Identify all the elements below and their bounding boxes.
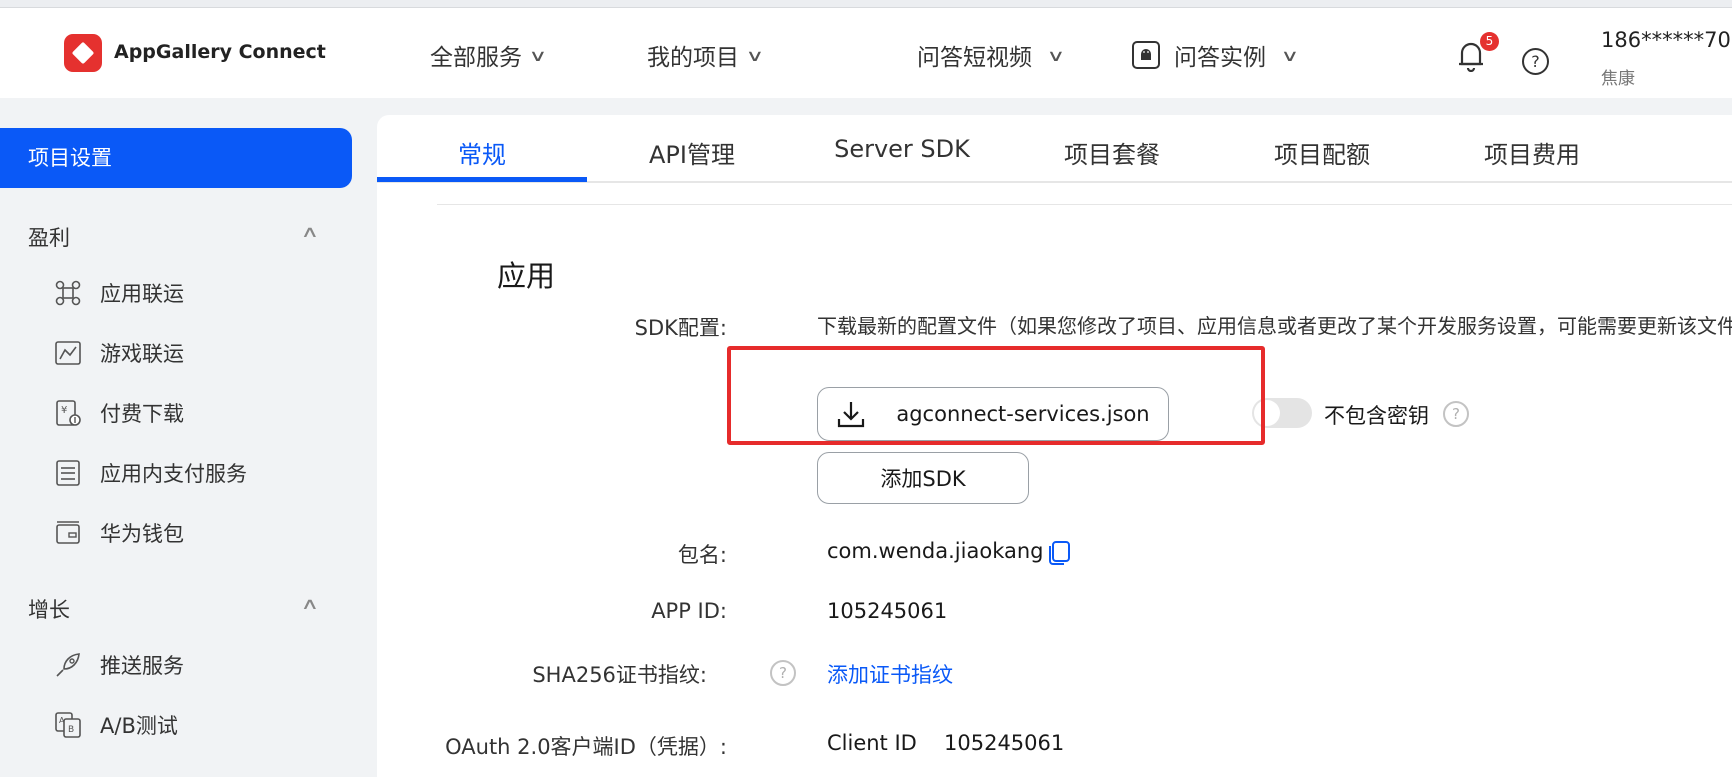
- app-promotion-icon: [55, 280, 81, 306]
- sidebar-item-label: 华为钱包: [100, 522, 184, 546]
- in-app-payment-icon: [56, 460, 80, 486]
- tab-server-sdk[interactable]: Server SDK: [797, 135, 1007, 163]
- tab-project-cost[interactable]: 项目费用: [1427, 135, 1637, 170]
- chevron-down-icon: ∨: [528, 45, 548, 65]
- sidebar-item-label: 应用联运: [100, 282, 184, 306]
- chevron-down-icon: ∨: [1280, 45, 1300, 65]
- package-name-value: com.wenda.jiaokang: [827, 539, 1044, 563]
- user-account[interactable]: 186******70: [1601, 28, 1731, 52]
- tab-general[interactable]: 常规: [377, 135, 587, 170]
- chevron-down-icon: ∨: [745, 45, 765, 65]
- android-icon: [1132, 41, 1160, 69]
- annotation-highlight-box: [727, 346, 1265, 445]
- help-icon[interactable]: ?: [770, 660, 796, 686]
- nav-label: 全部服务: [430, 45, 522, 71]
- nav-label: 问答短视频: [917, 45, 1032, 71]
- client-id-value: 105245061: [944, 731, 1065, 755]
- sidebar-item-iap[interactable]: 应用内支付服务: [54, 458, 247, 488]
- chevron-down-icon: ∨: [1046, 45, 1066, 65]
- sidebar-item-push[interactable]: 推送服务: [54, 650, 184, 680]
- sidebar-item-ab-test[interactable]: AB A/B测试: [54, 710, 178, 740]
- app-id-value: 105245061: [827, 599, 948, 623]
- sha256-label: SHA256证书指纹:: [532, 663, 707, 687]
- paid-download-icon: ¥: [56, 400, 81, 426]
- sidebar-group-monetize[interactable]: 盈利: [28, 222, 70, 252]
- active-tab-indicator: [377, 177, 587, 182]
- svg-text:A: A: [59, 716, 65, 725]
- sdk-config-description: 下载最新的配置文件（如果您修改了项目、应用信息或者更改了某个开发服务设置，可能需…: [817, 314, 1732, 338]
- copy-icon[interactable]: [1047, 540, 1071, 566]
- sdk-config-label: SDK配置:: [634, 316, 727, 340]
- tab-project-package[interactable]: 项目套餐: [1007, 135, 1217, 170]
- appgallery-logo-icon[interactable]: [64, 34, 102, 72]
- svg-text:¥: ¥: [61, 405, 67, 416]
- sidebar-item-label: 应用内支付服务: [100, 462, 247, 486]
- sidebar-group-growth[interactable]: 增长: [28, 594, 70, 624]
- main-panel: 常规 API管理 Server SDK 项目套餐 项目配额 项目费用 应用 SD…: [377, 115, 1732, 777]
- sidebar-item-app-promotion[interactable]: 应用联运: [54, 278, 184, 308]
- chevron-up-icon[interactable]: ∧: [300, 594, 319, 613]
- app-id-label: APP ID:: [651, 599, 727, 623]
- sidebar-item-label: A/B测试: [100, 714, 178, 738]
- exclude-key-label: 不包含密钥: [1324, 404, 1429, 428]
- top-header: AppGallery Connect 全部服务 ∨ 我的项目 ∨ 问答短视频 ∨…: [0, 8, 1732, 98]
- help-icon[interactable]: ?: [1443, 401, 1469, 427]
- sidebar-item-game-promotion[interactable]: 游戏联运: [54, 338, 184, 368]
- nav-project-select[interactable]: 问答短视频 ∨: [917, 38, 1066, 72]
- sidebar-item-label: 付费下载: [100, 402, 184, 426]
- wallet-icon: [56, 521, 80, 544]
- game-promotion-icon: [55, 341, 81, 365]
- section-title: 应用: [497, 259, 556, 293]
- tab-api-management[interactable]: API管理: [587, 135, 797, 170]
- tab-project-quota[interactable]: 项目配额: [1217, 135, 1427, 170]
- divider: [437, 204, 1732, 205]
- sidebar-item-project-settings[interactable]: 项目设置: [0, 128, 352, 188]
- nav-label: 问答实例: [1174, 45, 1266, 71]
- add-fingerprint-link[interactable]: 添加证书指纹: [827, 659, 953, 689]
- top-strip: [0, 0, 1732, 8]
- sidebar-item-label: 游戏联运: [100, 342, 184, 366]
- notification-badge: 5: [1480, 32, 1499, 51]
- sidebar: 项目设置 盈利 ∧ 应用联运 游戏联运 ¥ 付费下载 应用内支付服务 华为钱包 …: [0, 98, 354, 777]
- package-name-label: 包名:: [677, 543, 727, 567]
- nav-app-select[interactable]: 问答实例 ∨: [1132, 38, 1300, 72]
- tab-bar: 常规 API管理 Server SDK 项目套餐 项目配额 项目费用: [377, 115, 1732, 183]
- rocket-icon: [56, 653, 80, 677]
- chevron-up-icon[interactable]: ∧: [300, 222, 319, 241]
- user-name: 焦康: [1601, 69, 1635, 89]
- ab-test-icon: AB: [55, 712, 81, 738]
- sidebar-item-label: 推送服务: [100, 654, 184, 678]
- app-name[interactable]: AppGallery Connect: [114, 41, 326, 63]
- client-id-label: Client ID: [827, 731, 917, 755]
- sidebar-item-paid-download[interactable]: ¥ 付费下载: [54, 398, 184, 428]
- oauth-client-label: OAuth 2.0客户端ID（凭据）:: [445, 735, 727, 759]
- svg-text:B: B: [68, 725, 74, 735]
- nav-label: 我的项目: [647, 45, 739, 71]
- add-sdk-button[interactable]: 添加SDK: [817, 452, 1029, 504]
- nav-all-services[interactable]: 全部服务 ∨: [430, 38, 548, 72]
- nav-my-projects[interactable]: 我的项目 ∨: [647, 38, 765, 72]
- help-icon[interactable]: ?: [1522, 48, 1549, 75]
- sidebar-item-wallet[interactable]: 华为钱包: [54, 518, 184, 548]
